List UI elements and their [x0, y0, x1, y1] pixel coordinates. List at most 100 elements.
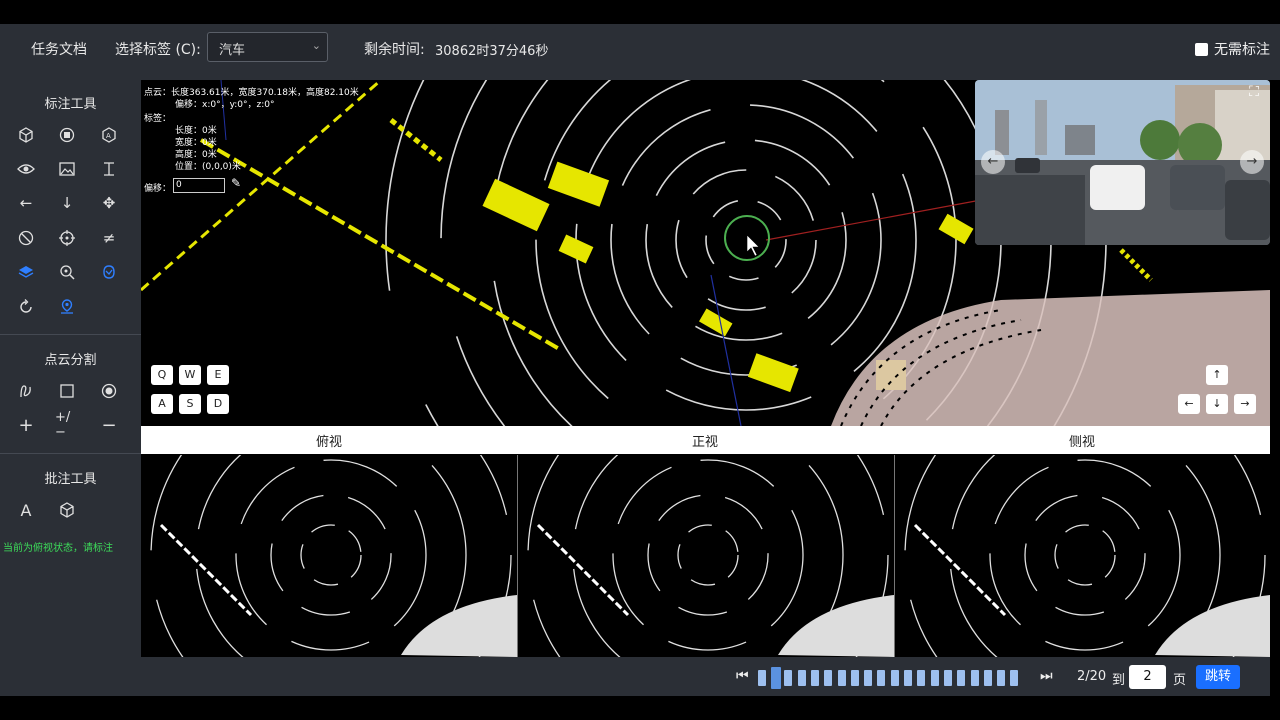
eye-icon[interactable] — [14, 157, 38, 181]
frame-segment[interactable] — [970, 670, 979, 686]
pagination-bar: ⏮ ⏭ 2/20 到 2 页 跳转 — [141, 657, 1270, 696]
key-s[interactable]: S — [179, 394, 201, 414]
frame-segment[interactable] — [837, 670, 846, 686]
side-view-canvas[interactable] — [895, 455, 1270, 657]
annotation-tools-title: 标注工具 — [44, 97, 97, 112]
arrow-down-button[interactable]: ↓ — [1206, 394, 1228, 414]
chevron-down-icon: ⌄ — [311, 39, 321, 52]
offset-input[interactable]: 0 — [173, 178, 225, 193]
frame-segment[interactable] — [1010, 670, 1019, 686]
key-w[interactable]: W — [179, 365, 201, 385]
label-caption: 标签： — [144, 114, 172, 124]
arrow-left-icon[interactable]: ← — [14, 191, 38, 215]
view-title-front: 正视 — [691, 435, 718, 450]
frame-segment[interactable] — [904, 670, 912, 686]
front-view-canvas[interactable] — [518, 455, 894, 657]
camera-next-button[interactable]: → — [1240, 150, 1264, 174]
rectangle-select-icon[interactable] — [55, 379, 79, 403]
fullscreen-icon[interactable]: ⛶ — [1244, 84, 1264, 104]
auto-cube-icon[interactable]: A — [97, 123, 121, 147]
page-input[interactable]: 2 — [1129, 665, 1166, 689]
frame-segment[interactable] — [877, 670, 886, 686]
move-icon[interactable]: ✥ — [97, 191, 121, 215]
last-frame-icon[interactable]: ⏭ — [1040, 668, 1053, 684]
frame-segment[interactable] — [797, 670, 806, 686]
select-label-caption: 选择标签 (C): — [115, 42, 201, 58]
frame-segment[interactable] — [983, 670, 992, 686]
frame-segment[interactable] — [758, 670, 766, 686]
circle-select-icon[interactable] — [97, 379, 121, 403]
frame-segment[interactable] — [810, 670, 819, 686]
no-entry-icon[interactable] — [14, 226, 38, 250]
svg-text:A: A — [106, 132, 111, 140]
remaining-time-caption: 剩余时间: — [364, 42, 425, 58]
remaining-time-value: 30862时37分46秒 — [435, 44, 549, 59]
eyedropper-icon[interactable]: ✎ — [231, 176, 241, 190]
stop-square-icon[interactable] — [55, 123, 79, 147]
frame-segment[interactable] — [930, 670, 939, 686]
view-title-side: 侧视 — [1068, 435, 1095, 450]
key-d[interactable]: D — [207, 394, 229, 414]
minus-icon[interactable]: − — [97, 413, 121, 437]
pointcloud-main-view[interactable]: 点云：长度363.61米，宽度370.18米，高度82.10米 偏移：x:0°，… — [141, 80, 1270, 426]
views-header: 俯视 正视 侧视 — [141, 426, 1270, 454]
key-e[interactable]: E — [207, 365, 229, 385]
frame-segment[interactable] — [997, 670, 1006, 686]
rotation-offset: 偏移：x:0°，y:0°，z:0° — [175, 100, 275, 110]
jump-button[interactable]: 跳转 — [1196, 665, 1240, 689]
frame-segment[interactable] — [771, 667, 782, 689]
not-equal-icon[interactable]: ≠ — [97, 226, 121, 250]
goto-caption: 到 — [1112, 673, 1126, 688]
hand-grab-icon[interactable] — [97, 260, 121, 284]
divider — [0, 334, 141, 335]
frame-segment[interactable] — [784, 670, 793, 686]
label-select[interactable]: 汽车 ⌄ — [207, 32, 328, 62]
plus-minus-icon[interactable]: +/− — [55, 410, 79, 440]
frame-segment[interactable] — [917, 670, 926, 686]
camera-prev-button[interactable]: ← — [981, 150, 1005, 174]
frame-segment[interactable] — [957, 670, 966, 686]
top-view-canvas[interactable] — [141, 455, 517, 657]
view-title-top: 俯视 — [315, 435, 342, 450]
arrow-up-button[interactable]: ↑ — [1206, 365, 1228, 385]
arrow-left-button[interactable]: ← — [1178, 394, 1200, 414]
offset-caption: 偏移： — [144, 184, 172, 194]
frame-segment[interactable] — [890, 670, 899, 686]
frame-segment[interactable] — [864, 670, 873, 686]
camera-image-panel[interactable]: ← → ⛶ — [975, 80, 1270, 245]
arrow-down-icon[interactable]: ↓ — [55, 191, 79, 215]
segmentation-title: 点云分割 — [44, 353, 97, 368]
plus-icon[interactable]: + — [14, 413, 38, 437]
key-a[interactable]: A — [151, 394, 173, 414]
frame-segment[interactable] — [943, 670, 952, 686]
page-counter: 2/20 — [1077, 669, 1107, 684]
crosshair-icon[interactable] — [55, 226, 79, 250]
frame-segment[interactable] — [824, 670, 833, 686]
rotate-icon[interactable] — [14, 295, 38, 319]
layers-icon[interactable] — [14, 260, 38, 284]
arrow-right-button[interactable]: → — [1234, 394, 1256, 414]
label-position: 位置：(0,0,0)米 — [175, 162, 241, 172]
divider — [0, 453, 141, 454]
status-hint: 当前为俯视状态，请标注 — [3, 543, 113, 554]
page-suffix: 页 — [1173, 673, 1187, 688]
no-label-checkbox[interactable]: 无需标注 — [1195, 39, 1270, 59]
first-frame-icon[interactable]: ⏮ — [736, 668, 749, 684]
cube-icon[interactable] — [14, 123, 38, 147]
street-camera-image — [975, 80, 1270, 245]
frame-segment[interactable] — [850, 670, 859, 686]
label-select-value: 汽车 — [219, 43, 246, 58]
zoom-search-icon[interactable] — [55, 260, 79, 284]
comment-tools-title: 批注工具 — [44, 472, 97, 487]
no-label-text: 无需标注 — [1214, 42, 1270, 58]
image-icon[interactable] — [55, 157, 79, 181]
text-annotation-icon[interactable]: A — [14, 498, 38, 522]
left-sidebar: 标注工具 A ← ↓ ✥ ≠ 点云分割 + +/− − 批注工具 A 当前为俯视… — [0, 80, 141, 696]
cube-comment-icon[interactable] — [55, 498, 79, 522]
lasso-icon[interactable] — [14, 379, 38, 403]
location-pin-icon[interactable] — [55, 295, 79, 319]
text-cursor-icon[interactable] — [97, 157, 121, 181]
key-q[interactable]: Q — [151, 365, 173, 385]
checkbox-icon[interactable] — [1195, 42, 1208, 56]
task-doc-link[interactable]: 任务文档 — [31, 39, 87, 59]
